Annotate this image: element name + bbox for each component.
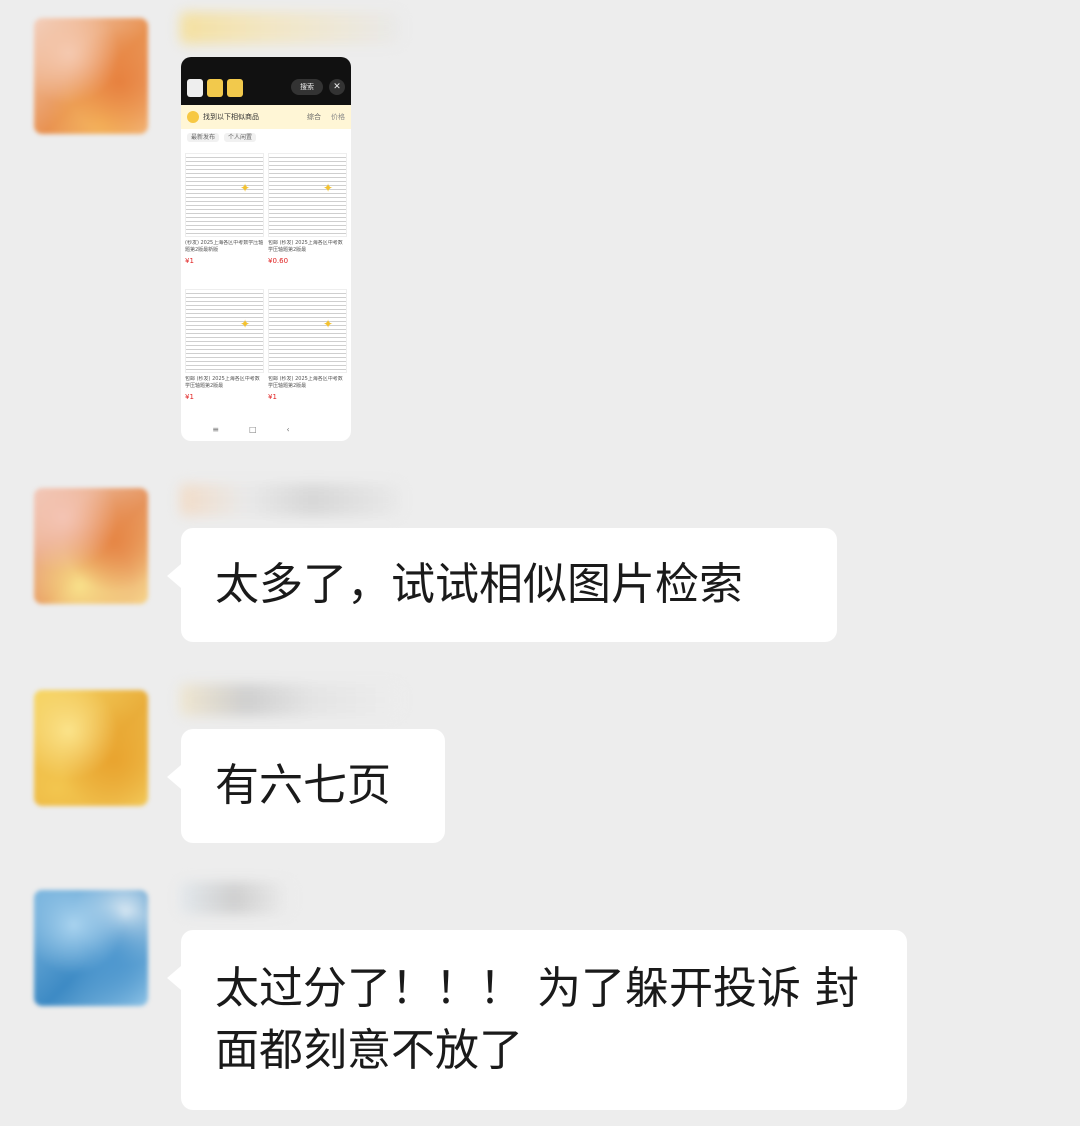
document-preview bbox=[268, 289, 347, 373]
sender-name bbox=[180, 882, 290, 914]
sender-name bbox=[180, 484, 400, 516]
image-message[interactable]: 搜索 ✕ 找到以下相似商品 综合 价格 最新发布 个人闲置 ✦ (秒发) 202… bbox=[181, 57, 351, 441]
filter-label: 价格 bbox=[331, 113, 345, 121]
filter-chips: 最新发布 个人闲置 bbox=[181, 129, 351, 153]
avatar[interactable] bbox=[34, 18, 148, 134]
thumbnail-title: 找到以下相似商品 bbox=[203, 113, 259, 121]
product-card: ✦ (秒发) 2025上海各区中考数学压轴题第2版最新版 ¥1 bbox=[185, 153, 264, 285]
avatar[interactable] bbox=[34, 890, 148, 1006]
star-icon: ✦ bbox=[239, 181, 250, 195]
image-icon bbox=[187, 79, 203, 97]
product-title: (秒发) 2025上海各区中考数学压轴题第2版最新版 bbox=[185, 240, 264, 253]
chip: 个人闲置 bbox=[223, 133, 256, 142]
sender-name bbox=[180, 684, 400, 716]
thumbnail-navbar: ≡□‹ bbox=[181, 425, 351, 441]
product-card: ✦ 包邮 (秒发) 2025上海各区中考数学压轴题第2版最 ¥1 bbox=[268, 289, 347, 421]
sender-name bbox=[180, 12, 400, 44]
chip: 最新发布 bbox=[187, 133, 220, 142]
message-text: 太多了，试试相似图片检索 bbox=[215, 559, 743, 610]
product-price: ¥1 bbox=[268, 393, 277, 401]
avatar[interactable] bbox=[34, 690, 148, 806]
product-price: ¥0.60 bbox=[268, 257, 289, 265]
avatar[interactable] bbox=[34, 488, 148, 604]
product-card: ✦ 包邮 (秒发) 2025上海各区中考数学压轴题第2版最 ¥0.60 bbox=[268, 153, 347, 285]
sort-label: 综合 bbox=[307, 113, 321, 121]
message-bubble[interactable]: 太多了，试试相似图片检索 bbox=[167, 528, 837, 642]
product-price: ¥1 bbox=[185, 257, 194, 265]
document-preview bbox=[268, 153, 347, 237]
product-title: 包邮 (秒发) 2025上海各区中考数学压轴题第2版最 bbox=[268, 240, 343, 253]
product-price: ¥1 bbox=[185, 393, 194, 401]
thumbnail-topbar: 搜索 ✕ bbox=[181, 57, 351, 105]
image-icon bbox=[207, 79, 223, 97]
message-text: 太过分了！！！ 为了躲开投诉 封面都刻意不放了 bbox=[215, 963, 859, 1076]
close-icon: ✕ bbox=[329, 79, 345, 95]
star-icon: ✦ bbox=[322, 181, 333, 195]
back-icon: ‹ bbox=[286, 425, 320, 434]
product-title: 包邮 (秒发) 2025上海各区中考数学压轴题第2版最 bbox=[268, 376, 343, 389]
message-text: 有六七页 bbox=[215, 760, 391, 811]
product-grid: ✦ (秒发) 2025上海各区中考数学压轴题第2版最新版 ¥1 ✦ 包邮 (秒发… bbox=[181, 153, 351, 421]
message-bubble[interactable]: 太过分了！！！ 为了躲开投诉 封面都刻意不放了 bbox=[167, 930, 907, 1110]
home-icon: □ bbox=[248, 425, 287, 434]
document-preview bbox=[185, 153, 264, 237]
document-preview bbox=[185, 289, 264, 373]
menu-icon: ≡ bbox=[212, 425, 249, 434]
image-icon bbox=[227, 79, 243, 97]
star-icon: ✦ bbox=[322, 317, 333, 331]
mascot-icon bbox=[187, 111, 199, 123]
star-icon: ✦ bbox=[239, 317, 250, 331]
message-bubble[interactable]: 有六七页 bbox=[167, 729, 445, 843]
product-title: 包邮 (秒发) 2025上海各区中考数学压轴题第2版最 bbox=[185, 376, 260, 389]
product-card: ✦ 包邮 (秒发) 2025上海各区中考数学压轴题第2版最 ¥1 bbox=[185, 289, 264, 421]
search-button: 搜索 bbox=[291, 79, 323, 95]
thumbnail-header: 找到以下相似商品 综合 价格 bbox=[181, 105, 351, 129]
